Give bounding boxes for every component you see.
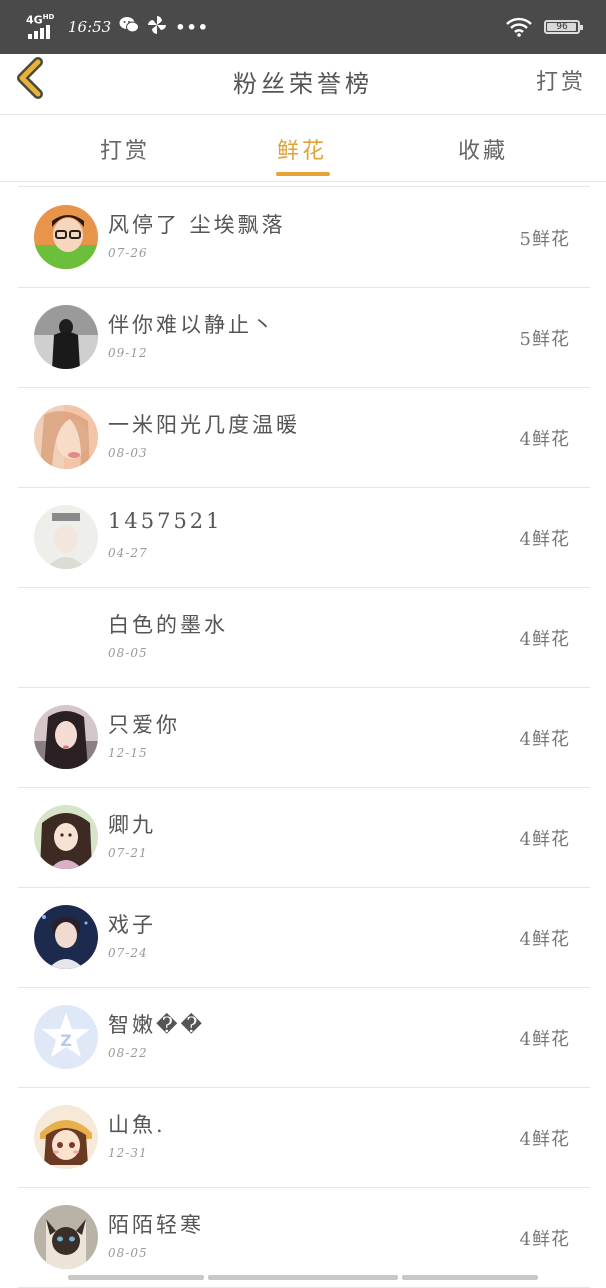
- fan-date: 08-05: [108, 1246, 148, 1260]
- fan-row[interactable]: 伴你难以静止丶 09-12 5鲜花: [18, 287, 590, 388]
- fan-date: 07-26: [108, 246, 148, 260]
- fan-row[interactable]: 山魚. 12-31 4鲜花: [18, 1087, 590, 1188]
- wechat-icon: [119, 16, 140, 38]
- fan-date: 08-22: [108, 1046, 148, 1060]
- avatar: [34, 205, 98, 269]
- avatar: [34, 1105, 98, 1169]
- fan-row[interactable]: 风停了 尘埃飘落 07-26 5鲜花: [18, 187, 590, 288]
- qzone-star-icon: Z: [34, 1005, 98, 1069]
- wifi-icon: [506, 17, 532, 37]
- more-notifications-icon: •••: [175, 17, 209, 37]
- fan-row[interactable]: 卿九 07-21 4鲜花: [18, 787, 590, 888]
- avatar: [34, 505, 98, 569]
- fan-row[interactable]: 只爱你 12-15 4鲜花: [18, 687, 590, 788]
- fan-name: 只爱你: [108, 713, 180, 737]
- tab-bar: 打赏 鲜花 收藏: [0, 115, 606, 182]
- flower-count: 4鲜花: [519, 729, 570, 750]
- battery-icon: 96: [544, 20, 583, 34]
- tab-flowers[interactable]: 鲜花: [277, 133, 327, 165]
- svg-text:Z: Z: [60, 1031, 72, 1050]
- bottom-indicator-1: [68, 1275, 204, 1280]
- page-title: 粉丝荣誉榜: [233, 70, 373, 98]
- flower-count: 4鲜花: [519, 1129, 570, 1150]
- avatar: [34, 305, 98, 369]
- flower-count: 4鲜花: [519, 929, 570, 950]
- fan-date: 08-03: [108, 446, 148, 460]
- fan-date: 07-24: [108, 946, 148, 960]
- fan-name: 白色的墨水: [108, 613, 228, 637]
- tab-favorites[interactable]: 收藏: [458, 133, 508, 165]
- flower-count: 5鲜花: [519, 329, 570, 350]
- fan-row[interactable]: Z 智嫩�� 08-22 4鲜花: [18, 987, 590, 1088]
- fan-date: 08-05: [108, 646, 148, 660]
- fan-name: 智嫩��: [108, 1013, 206, 1037]
- status-time: 16:53: [68, 18, 112, 36]
- fan-name: 卿九: [108, 813, 156, 837]
- avatar: [34, 605, 98, 669]
- fan-date: 12-15: [108, 746, 148, 760]
- avatar: [34, 405, 98, 469]
- tab-reward[interactable]: 打赏: [100, 133, 150, 165]
- fan-row[interactable]: 陌陌轻寒 08-05 4鲜花: [18, 1187, 590, 1288]
- fan-date: 07-21: [108, 846, 148, 860]
- avatar: [34, 805, 98, 869]
- app-header: 粉丝荣誉榜 打赏: [0, 54, 606, 115]
- fan-row[interactable]: 戏子 07-24 4鲜花: [18, 887, 590, 988]
- pinwheel-icon: [147, 15, 167, 39]
- active-tab-indicator: [276, 172, 330, 176]
- bottom-indicator-2: [208, 1275, 398, 1280]
- fan-row[interactable]: 1457521 04-27 4鲜花: [18, 487, 590, 588]
- fan-name: 山魚.: [108, 1113, 166, 1137]
- flower-count: 4鲜花: [519, 829, 570, 850]
- fan-date: 04-27: [108, 546, 148, 560]
- bottom-indicator-3: [402, 1275, 538, 1280]
- flower-count: 4鲜花: [519, 1229, 570, 1250]
- avatar: [34, 905, 98, 969]
- avatar: [34, 705, 98, 769]
- fan-name: 风停了 尘埃飘落: [108, 213, 286, 237]
- status-left: 4GHD 16:53 •••: [26, 13, 209, 40]
- flower-count: 4鲜花: [519, 429, 570, 450]
- fan-date: 09-12: [108, 346, 148, 360]
- fan-name: 陌陌轻寒: [108, 1213, 204, 1237]
- status-right: 96: [506, 14, 583, 40]
- fan-row[interactable]: 一米阳光几度温暖 08-03 4鲜花: [18, 387, 590, 488]
- fan-date: 12-31: [108, 1146, 148, 1160]
- reward-button[interactable]: 打赏: [536, 64, 586, 96]
- fan-name: 1457521: [108, 509, 223, 533]
- status-bar: 4GHD 16:53 ••• 96: [0, 0, 606, 54]
- flower-count: 4鲜花: [519, 629, 570, 650]
- flower-count: 5鲜花: [519, 229, 570, 250]
- signal-icon: 4GHD: [26, 13, 56, 39]
- flower-count: 4鲜花: [519, 1029, 570, 1050]
- fan-name: 一米阳光几度温暖: [108, 413, 300, 437]
- fan-name: 戏子: [108, 913, 156, 937]
- fan-name: 伴你难以静止丶: [108, 313, 276, 337]
- battery-level: 96: [556, 22, 568, 32]
- avatar: [34, 1205, 98, 1269]
- fan-row[interactable]: 白色的墨水 08-05 4鲜花: [18, 587, 590, 688]
- flower-count: 4鲜花: [519, 529, 570, 550]
